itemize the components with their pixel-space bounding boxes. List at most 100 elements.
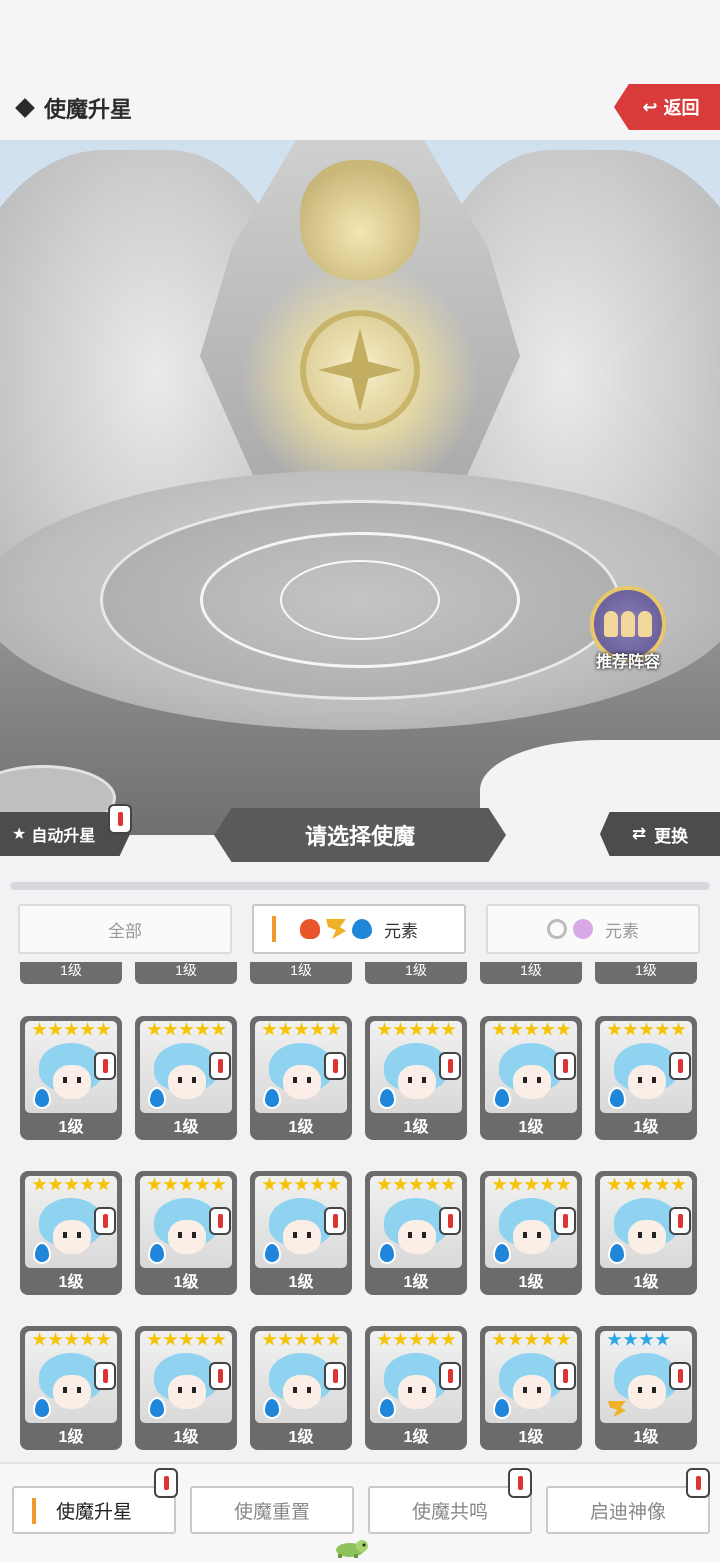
- star-icon: [607, 1177, 622, 1191]
- familiar-level: 1级: [518, 1119, 544, 1136]
- alert-icon: [324, 1207, 346, 1235]
- star-icon: [32, 1022, 47, 1036]
- swap-label: 更换: [654, 826, 689, 846]
- star-icon: [639, 1022, 654, 1036]
- star-icon: [278, 1332, 293, 1346]
- star-rating: [32, 1177, 112, 1193]
- recommend-lineup-button[interactable]: 推荐阵容: [586, 586, 670, 672]
- star-icon: [80, 1332, 95, 1346]
- star-icon: [639, 1332, 654, 1346]
- water-icon: [263, 1242, 281, 1264]
- alert-icon: [94, 1207, 116, 1235]
- alert-icon: [439, 1052, 461, 1080]
- star-icon: [441, 1022, 456, 1036]
- star-icon: [393, 1177, 408, 1191]
- familiar-card[interactable]: 1级: [250, 1016, 352, 1140]
- familiar-card[interactable]: 1级: [480, 1016, 582, 1140]
- portrait-eyes: [523, 1077, 541, 1083]
- water-icon: [493, 1242, 511, 1264]
- partial-card-level[interactable]: 1级: [480, 962, 582, 984]
- familiar-card[interactable]: 1级: [365, 1016, 467, 1140]
- partial-card-level[interactable]: 1级: [20, 962, 122, 984]
- star-icon: [556, 1177, 571, 1191]
- return-arrow-icon: ↩: [642, 96, 658, 117]
- star-icon: [623, 1022, 638, 1036]
- star-icon: [64, 1177, 79, 1191]
- familiar-card[interactable]: 1级: [20, 1016, 122, 1140]
- filter-all-label: 全部: [108, 921, 142, 941]
- familiar-card[interactable]: 1级: [365, 1326, 467, 1450]
- tab-label: 使魔升星: [55, 1501, 132, 1523]
- star-rating: [147, 1177, 227, 1193]
- familiar-level: 1级: [633, 1274, 659, 1291]
- familiar-card[interactable]: 1级: [595, 1016, 697, 1140]
- portrait-eyes: [293, 1077, 311, 1083]
- star-icon: [294, 1022, 309, 1036]
- portrait-eyes: [293, 1387, 311, 1393]
- familiar-card[interactable]: 1级: [20, 1326, 122, 1450]
- tab-star-up[interactable]: 使魔升星: [12, 1486, 176, 1534]
- star-icon: [147, 1177, 162, 1191]
- star-icon: [147, 1332, 162, 1346]
- star-icon: [377, 1332, 392, 1346]
- alert-icon: [508, 1468, 532, 1498]
- star-icon: [48, 1022, 63, 1036]
- progress-slider[interactable]: [10, 882, 710, 890]
- star-rating: [492, 1177, 572, 1193]
- star-icon: [179, 1177, 194, 1191]
- portrait-eyes: [638, 1077, 656, 1083]
- partial-card-level[interactable]: 1级: [365, 962, 467, 984]
- alert-icon: [108, 804, 132, 834]
- tab-reset[interactable]: 使魔重置: [190, 1486, 354, 1534]
- familiar-card[interactable]: 1级: [480, 1326, 582, 1450]
- star-icon: [671, 1177, 686, 1191]
- filter-special-label: 元素: [605, 921, 639, 941]
- partial-card-level[interactable]: 1级: [135, 962, 237, 984]
- portrait-eyes: [178, 1077, 196, 1083]
- water-icon: [493, 1087, 511, 1109]
- star-rating: [262, 1022, 342, 1038]
- wind-icon: [326, 919, 346, 939]
- star-icon: [96, 1332, 111, 1346]
- portrait-eyes: [63, 1077, 81, 1083]
- alert-icon: [324, 1052, 346, 1080]
- alert-icon: [686, 1468, 710, 1498]
- water-icon: [33, 1397, 51, 1419]
- filter-special-elements[interactable]: 元素: [486, 904, 700, 954]
- star-icon: [393, 1332, 408, 1346]
- star-rating: [607, 1332, 687, 1348]
- filter-basic-elements[interactable]: 元素: [252, 904, 466, 954]
- star-rating: [607, 1022, 687, 1038]
- portrait-eyes: [638, 1387, 656, 1393]
- star-icon: [607, 1332, 622, 1346]
- alert-icon: [439, 1362, 461, 1390]
- light-icon: [547, 919, 567, 939]
- swap-button[interactable]: ⇄ 更换: [600, 812, 720, 856]
- familiar-card[interactable]: 1级: [135, 1171, 237, 1295]
- familiar-card[interactable]: 1级: [595, 1171, 697, 1295]
- partial-card-level[interactable]: 1级: [595, 962, 697, 984]
- familiar-card[interactable]: 1级: [250, 1326, 352, 1450]
- familiar-level: 1级: [518, 1274, 544, 1291]
- star-rating: [492, 1022, 572, 1038]
- star-icon: [48, 1177, 63, 1191]
- star-icon: [393, 1022, 408, 1036]
- star-rating: [492, 1332, 572, 1348]
- water-icon: [352, 919, 372, 939]
- partial-card-level[interactable]: 1级: [250, 962, 352, 984]
- star-icon: [655, 1177, 670, 1191]
- familiar-card[interactable]: 1级: [365, 1171, 467, 1295]
- familiar-card[interactable]: 1级: [135, 1326, 237, 1450]
- familiar-card[interactable]: 1级: [250, 1171, 352, 1295]
- filter-all[interactable]: 全部: [18, 904, 232, 954]
- back-button[interactable]: ↩ 返回: [614, 84, 720, 130]
- familiar-card[interactable]: 1级: [595, 1326, 697, 1450]
- star-icon: [492, 1177, 507, 1191]
- star-icon: [425, 1332, 440, 1346]
- familiar-card[interactable]: 1级: [20, 1171, 122, 1295]
- familiar-level: 1级: [58, 1274, 84, 1291]
- magic-circle-inner: [280, 560, 440, 640]
- familiar-card[interactable]: 1级: [135, 1016, 237, 1140]
- familiar-card[interactable]: 1级: [480, 1171, 582, 1295]
- alert-icon: [669, 1052, 691, 1080]
